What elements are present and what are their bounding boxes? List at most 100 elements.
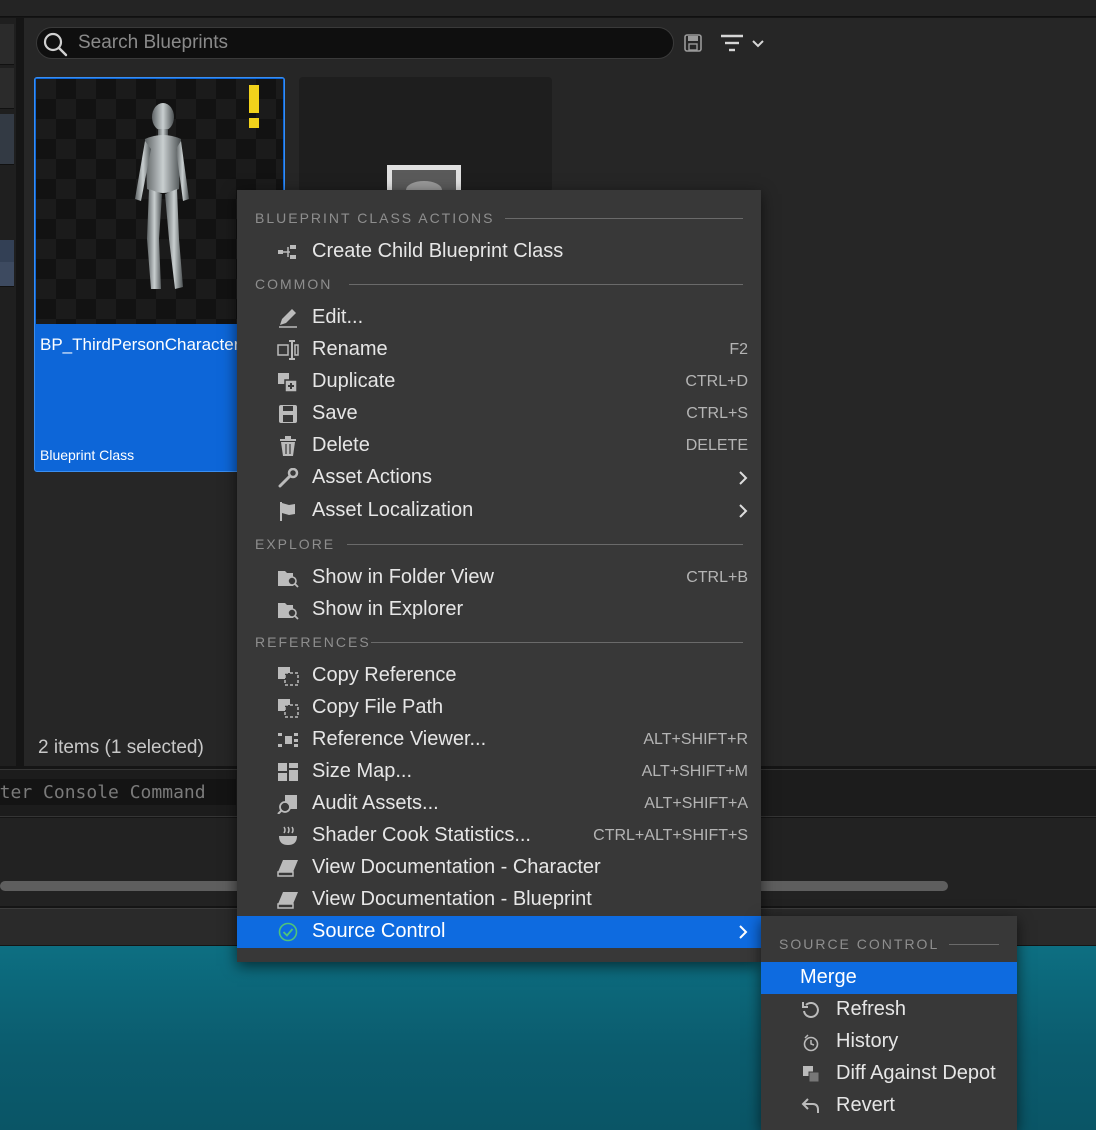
menu-item-label: Asset Actions <box>312 466 433 488</box>
copy-icon <box>278 699 299 718</box>
top-toolbar <box>0 0 1096 17</box>
chevron-right-icon <box>739 471 748 485</box>
menu-item-save[interactable]: Save CTRL+S <box>237 398 761 430</box>
folder-search-icon <box>278 603 299 620</box>
shortcut-label: F2 <box>729 341 748 358</box>
menu-item-delete[interactable]: Delete DELETE <box>237 430 761 462</box>
wrench-icon <box>278 468 299 488</box>
chevron-right-icon <box>739 504 748 518</box>
menu-item-label: Diff Against Depot <box>836 1062 996 1084</box>
pencil-icon <box>279 309 297 328</box>
book-icon <box>277 892 298 909</box>
menu-item-duplicate[interactable]: Duplicate CTRL+D <box>237 366 761 398</box>
submenu-item-history[interactable]: History <box>761 1026 1017 1058</box>
menu-item-label: Refresh <box>836 998 907 1020</box>
chevron-down-icon[interactable] <box>750 34 766 52</box>
left-sidebar-strip <box>0 18 16 766</box>
section-header-source-control: SOURCE CONTROL <box>779 936 940 952</box>
save-search-icon[interactable] <box>683 33 703 53</box>
menu-item-label: Size Map... <box>312 760 413 782</box>
filter-icon[interactable] <box>719 32 745 54</box>
menu-item-asset-actions[interactable]: Asset Actions <box>237 462 761 494</box>
shortcut-label: ALT+SHIFT+M <box>641 763 748 780</box>
menu-item-label: Save <box>312 402 358 424</box>
check-circle-icon <box>278 922 298 942</box>
section-header-references: REFERENCES <box>255 634 371 650</box>
menu-item-label: Shader Cook Statistics... <box>312 824 531 846</box>
reference-viewer-icon <box>278 733 298 747</box>
menu-item-label: Revert <box>836 1094 895 1116</box>
menu-item-label: Show in Explorer <box>312 598 464 620</box>
shortcut-label: CTRL+B <box>686 569 748 586</box>
menu-item-copy-file-path[interactable]: Copy File Path <box>237 692 761 724</box>
menu-item-label: Copy Reference <box>312 664 457 686</box>
shortcut-label: DELETE <box>685 437 748 454</box>
menu-item-label: Rename <box>312 338 388 360</box>
sidebar-segment[interactable] <box>0 114 14 165</box>
save-icon <box>279 405 297 423</box>
menu-item-label: Reference Viewer... <box>312 728 487 750</box>
rename-icon <box>277 340 299 360</box>
copy-icon <box>278 667 299 686</box>
menu-item-rename[interactable]: Rename F2 <box>237 334 761 366</box>
asset-type-label: Blueprint Class <box>40 447 135 463</box>
menu-item-label: Create Child Blueprint Class <box>312 240 564 262</box>
menu-item-label: View Documentation - Blueprint <box>312 888 592 910</box>
menu-item-edit[interactable]: Edit... <box>237 302 761 334</box>
search-icon <box>43 32 68 57</box>
menu-item-reference-viewer[interactable]: Reference Viewer... ALT+SHIFT+R <box>237 724 761 756</box>
refresh-icon <box>802 1002 819 1018</box>
menu-item-create-child-blueprint[interactable]: Create Child Blueprint Class <box>237 236 761 268</box>
menu-item-label: Duplicate <box>312 370 396 392</box>
section-header-explore: EXPLORE <box>255 536 336 552</box>
duplicate-icon <box>278 373 298 392</box>
menu-item-asset-localization[interactable]: Asset Localization <box>237 495 761 527</box>
sidebar-segment[interactable] <box>0 68 14 109</box>
menu-item-label: Merge <box>800 966 857 988</box>
warning-icon <box>249 85 259 128</box>
items-count: 2 items (1 selected) <box>38 737 204 758</box>
submenu-item-diff-against-depot[interactable]: Diff Against Depot <box>761 1058 1017 1090</box>
menu-item-shader-cook-statistics[interactable]: Shader Cook Statistics... CTRL+ALT+SHIFT… <box>237 820 761 852</box>
console-command-input[interactable] <box>0 779 236 805</box>
sidebar-segment[interactable] <box>0 262 14 287</box>
chevron-right-icon <box>739 925 748 939</box>
menu-item-label: Show in Folder View <box>312 566 494 588</box>
folder-search-icon <box>278 571 299 588</box>
menu-item-label: Edit... <box>312 306 364 328</box>
sidebar-segment[interactable] <box>0 24 14 65</box>
menu-item-source-control[interactable]: Source Control <box>237 916 761 948</box>
character-mannequin-icon <box>135 103 189 289</box>
shortcut-label: CTRL+ALT+SHIFT+S <box>593 827 748 844</box>
menu-item-label: Asset Localization <box>312 499 474 521</box>
diff-icon <box>803 1066 820 1083</box>
submenu-item-refresh[interactable]: Refresh <box>761 994 1017 1026</box>
submenu-item-revert[interactable]: Revert <box>761 1090 1017 1122</box>
audit-icon <box>277 795 297 814</box>
submenu-item-merge[interactable]: Merge <box>761 962 1017 994</box>
flag-icon <box>280 502 295 521</box>
search-input[interactable] <box>78 29 668 57</box>
menu-item-label: View Documentation - Character <box>312 856 601 878</box>
revert-icon <box>801 1098 819 1113</box>
section-divider <box>349 284 743 285</box>
menu-item-size-map[interactable]: Size Map... ALT+SHIFT+M <box>237 756 761 788</box>
shader-icon <box>279 826 297 845</box>
menu-item-view-documentation-character[interactable]: View Documentation - Character <box>237 852 761 884</box>
section-divider <box>505 218 743 219</box>
shortcut-label: CTRL+S <box>686 405 748 422</box>
menu-item-audit-assets[interactable]: Audit Assets... ALT+SHIFT+A <box>237 788 761 820</box>
menu-item-view-documentation-blueprint[interactable]: View Documentation - Blueprint <box>237 884 761 916</box>
section-header-common: COMMON <box>255 276 333 292</box>
shortcut-label: CTRL+D <box>685 373 748 390</box>
hierarchy-icon <box>278 245 296 259</box>
menu-item-label: Copy File Path <box>312 696 444 718</box>
menu-item-show-in-folder-view[interactable]: Show in Folder View CTRL+B <box>237 562 761 594</box>
menu-item-show-in-explorer[interactable]: Show in Explorer <box>237 594 761 626</box>
trash-icon <box>280 436 296 456</box>
asset-name: BP_ThirdPersonCharacter <box>40 335 240 354</box>
shortcut-label: ALT+SHIFT+R <box>643 731 748 748</box>
menu-item-label: Source Control <box>312 920 446 942</box>
menu-item-copy-reference[interactable]: Copy Reference <box>237 660 761 692</box>
history-icon <box>803 1034 819 1052</box>
